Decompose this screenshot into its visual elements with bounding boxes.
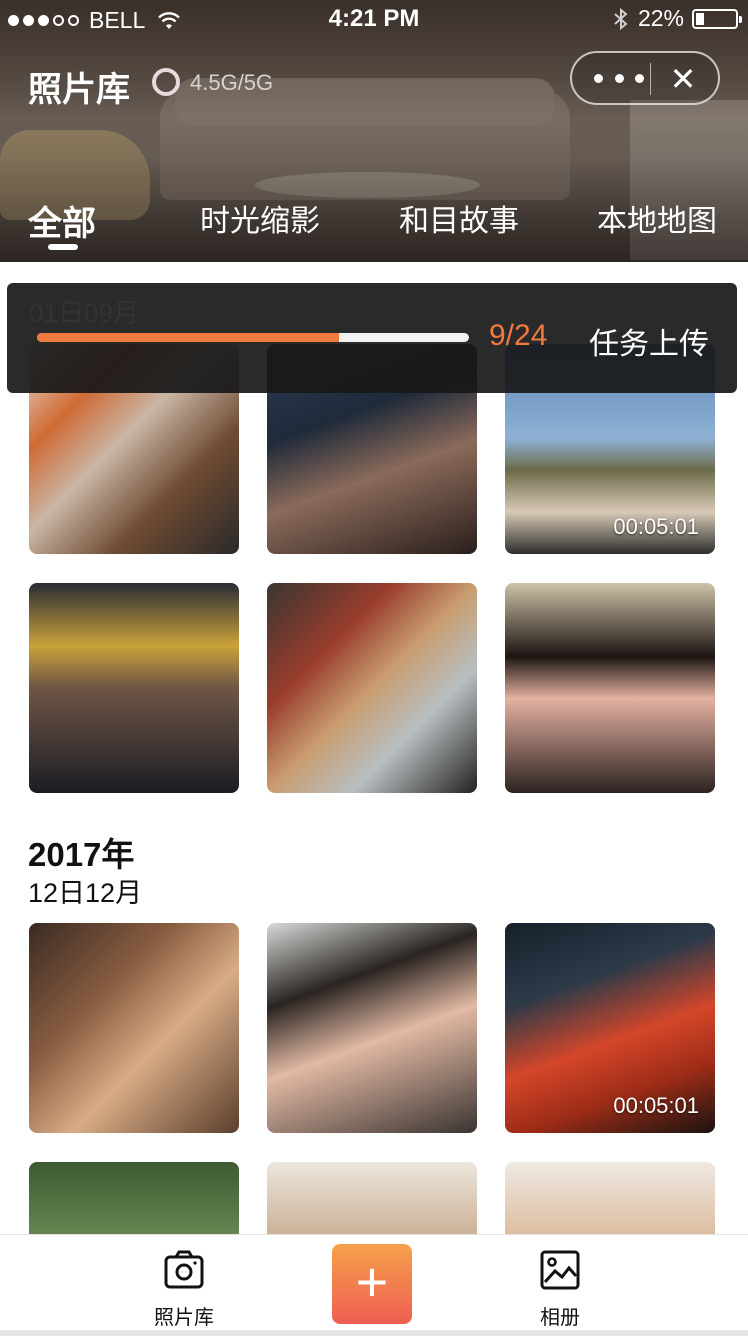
page-title: 照片库 [28,71,130,109]
battery-level [696,12,705,25]
more-dot-icon [594,73,603,83]
more-dot-icon [635,73,644,83]
tab-time-lapse[interactable]: 时光缩影 [200,196,320,240]
photo-thumbnail[interactable] [29,583,239,793]
add-button[interactable]: + [332,1244,412,1324]
video-thumbnail[interactable]: 00:05:01 [505,923,715,1133]
battery-percent: 22% [637,5,684,31]
battery-icon [692,8,742,29]
storage-ring-icon [152,68,180,96]
capsule-divider [650,63,651,95]
tab-local-map[interactable]: 本地地图 [597,196,717,240]
photo-thumbnail[interactable] [29,923,239,1133]
bottom-tab-bar: 照片库 + 相册 [0,1234,748,1337]
photo-grid: 00:05:01 2017年 12日12月 00:05:01 [0,262,748,1234]
image-icon [540,1250,580,1290]
upload-task-label[interactable]: 任务上传 [589,319,709,363]
section-date: 12日12月 [28,878,143,908]
plus-icon: + [355,1250,389,1313]
active-tab-indicator [48,244,78,250]
video-duration: 00:05:01 [613,514,699,539]
photo-thumbnail[interactable] [505,1162,715,1234]
mini-program-capsule: ✕ [570,51,720,105]
video-duration: 00:05:01 [613,1093,699,1118]
nav-label: 相册 [540,1307,580,1329]
nav-label: 照片库 [154,1307,214,1329]
storage-usage: 4.5G/5G [190,70,274,95]
upload-progress-bar [37,333,469,342]
upload-count: 9/24 [489,319,548,352]
tab-stories[interactable]: 和目故事 [399,196,519,240]
photo-thumbnail[interactable] [29,1162,239,1234]
upload-date: 01日09月 [29,298,139,328]
section-year: 2017年 [28,836,135,873]
bluetooth-icon [614,7,628,30]
photo-thumbnail[interactable] [267,923,477,1133]
camera-icon [164,1250,204,1289]
photo-thumbnail[interactable] [505,583,715,793]
tab-all[interactable]: 全部 [28,196,96,245]
upload-progress-fill [37,333,340,342]
category-tabs: 全部 时光缩影 和目故事 本地地图 [0,196,748,256]
photo-thumbnail[interactable] [267,1162,477,1234]
close-button[interactable]: ✕ [668,61,698,97]
more-dot-icon [614,73,624,83]
photo-thumbnail[interactable] [267,583,477,793]
home-indicator-strip [0,1330,748,1336]
upload-progress-panel: 01日09月 9/24 任务上传 [7,283,737,393]
nav-albums[interactable]: 相册 [500,1235,620,1337]
more-options-button[interactable] [594,65,644,91]
status-bar: BELL 4:21 PM 22% [0,0,748,40]
nav-photo-library[interactable]: 照片库 [124,1235,244,1337]
status-right: 22% [612,5,742,32]
